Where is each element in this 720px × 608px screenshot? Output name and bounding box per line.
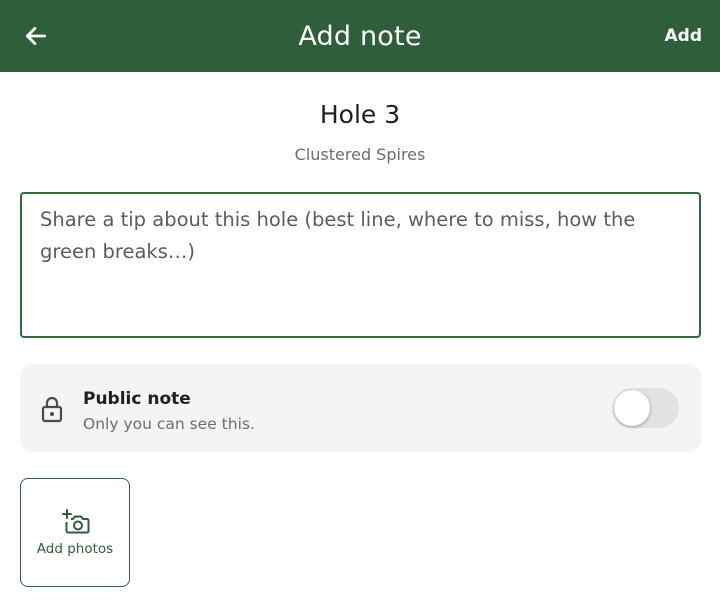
note-field bbox=[20, 192, 701, 338]
toggle-knob bbox=[614, 390, 650, 426]
add-photo-camera-icon bbox=[62, 509, 90, 534]
app-bar: Add note Add bbox=[0, 0, 720, 72]
public-note-label: Public note bbox=[83, 389, 191, 409]
add-photos-button[interactable]: Add photos bbox=[20, 478, 130, 587]
page-title: Add note bbox=[298, 20, 422, 52]
add-button[interactable]: Add bbox=[665, 0, 703, 72]
add-photos-label: Add photos bbox=[36, 541, 114, 557]
note-input[interactable] bbox=[22, 194, 699, 336]
hole-title: Hole 3 bbox=[319, 100, 401, 129]
public-note-toggle[interactable] bbox=[613, 388, 679, 428]
course-name: Clustered Spires bbox=[294, 145, 426, 164]
lock-icon bbox=[41, 396, 63, 423]
public-note-card: Public note Only you can see this. bbox=[20, 364, 701, 452]
public-note-description: Only you can see this. bbox=[83, 415, 255, 433]
